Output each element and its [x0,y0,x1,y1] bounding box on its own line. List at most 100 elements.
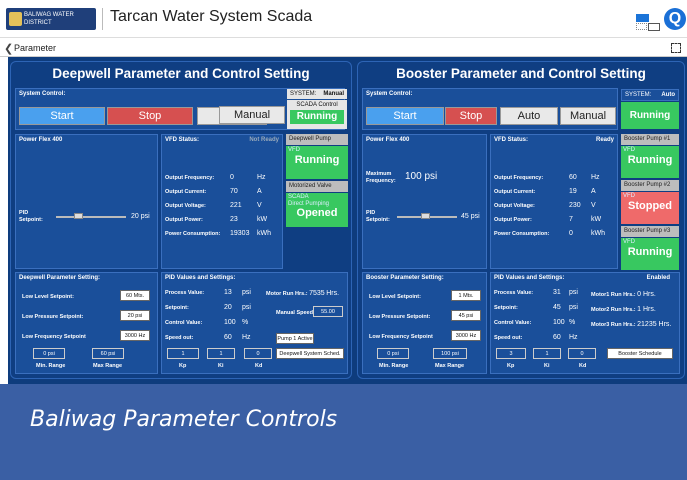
booster-reading-unit: V [591,202,596,209]
reading-label: Output Frequency: [165,175,215,181]
breadcrumb-label: Parameter [14,43,57,53]
booster-reading-value: 230 [569,202,581,209]
booster-pump-status: VFD Running [621,146,679,178]
booster-param-box: Booster Parameter Setting: Low Level Set… [362,272,487,374]
booster-low-level-input[interactable]: 1 Mts. [451,290,481,301]
booster-kd-input[interactable]: 0 [568,348,596,359]
booster-pid-title: PID Values and Settings: Enabled [491,273,679,283]
window-layout-icon[interactable] [636,14,660,31]
booster-param-title: Booster Parameter Setting: [363,273,486,283]
booster-pid-row-value: 60 [553,334,561,341]
motor-run-hours: Motor2 Run Hrs.: 1 Hrs. [591,306,656,313]
caption-banner: Baliwag Parameter Controls [0,384,687,480]
max-frequency-value: 100 psi [405,171,438,182]
param-title: Deepwell Parameter Setting: [16,273,157,283]
reading-label: Power Consumption: [165,231,221,237]
ki-input[interactable]: 1 [207,348,235,359]
divider [102,8,103,30]
booster-auto-button[interactable]: Auto [500,107,558,125]
motor-run-hrs: Motor Run Hrs.: 7535 Hrs. [266,290,340,297]
back-chevron-icon[interactable]: ❮ [4,42,13,55]
deepwell-start-button[interactable]: Start [19,107,105,125]
booster-pid-row-unit: psi [569,304,578,311]
booster-vfd-box: VFD Status: Ready Output Frequency: 60 Hz Ou… [490,134,618,269]
pid-row-value: 20 [224,304,232,311]
low-level-input[interactable]: 60 Mts. [120,290,150,301]
booster-manual-button[interactable]: Manual [560,107,616,125]
reading-value: 0 [230,174,234,181]
min-range-input[interactable]: 0 psi [33,348,65,359]
booster-kp-input[interactable]: 3 [496,348,526,359]
pid-row-label: Process Value: [165,290,205,296]
pid-row-value: 13 [224,289,232,296]
booster-low-freq-input[interactable]: 3000 Hz [451,330,481,341]
booster-pid-row-unit: % [569,319,576,326]
deepwell-title: Deepwell Parameter and Control Setting [52,66,310,81]
booster-ki-input[interactable]: 1 [533,348,561,359]
booster-pid-row-label: Process Value: [494,290,534,296]
reading-unit: A [257,188,262,195]
booster-pump-label: Booster Pump #3 [621,226,679,237]
booster-start-button[interactable]: Start [366,107,444,125]
booster-max-range-input[interactable]: 100 psi [433,348,467,359]
help-button[interactable]: Q [664,8,686,30]
max-frequency-label2: Frequency: [366,178,396,184]
booster-low-pressure-input[interactable]: 45 psi [451,310,481,321]
booster-title: Booster Parameter and Control Setting [396,66,646,81]
booster-kp-label: Kp [507,363,515,369]
booster-stop-button[interactable]: Stop [445,107,497,125]
booster-pid-row-label: Speed out: [494,335,523,341]
pump1-active-button[interactable]: Pump 1 Active [276,333,314,344]
deepwell-system-mode: SYSTEM: Manual [287,89,347,99]
pid-slider-thumb[interactable] [74,213,83,219]
valve-label: Motorized Valve [286,181,348,192]
pump-status-text: Running [627,154,673,166]
pid-row-unit: psi [242,289,251,296]
deepwell-powerflex-box: Power Flex 400 PID Setpoint: 20 psi [15,134,158,269]
booster-min-range-input[interactable]: 0 psi [377,348,409,359]
fullscreen-icon[interactable] [671,43,681,53]
booster-pid-box: PID Values and Settings: Enabled Process … [490,272,680,374]
max-frequency-label: Maximum [366,171,392,177]
seal-icon [9,12,22,26]
booster-reading-unit: A [591,188,596,195]
scada-running-badge: Running [290,110,344,124]
reading-value: 19303 [230,230,250,237]
booster-reading-unit: Hz [591,174,600,181]
booster-pump-status: VFD Running [621,238,679,270]
manual-speed-label: Manual Speed [276,310,313,316]
deepwell-panel: Deepwell Parameter and Control Setting S… [10,61,352,379]
pump-vfd-label: VFD [623,147,635,153]
booster-running-badge: Running [621,102,679,129]
min-range-label: Min. Range [36,363,66,369]
reading-value: 70 [230,188,238,195]
max-range-input[interactable]: 60 psi [92,348,124,359]
kp-label: Kp [179,363,187,369]
deepwell-manual-button[interactable]: Manual [219,106,285,124]
pid-label: PID [19,210,29,216]
booster-pid-slider-thumb[interactable] [421,213,430,219]
pump-vfd-label: VFD [623,239,635,245]
pid-row-unit: psi [242,304,251,311]
pid-setpoint-slider[interactable] [56,216,126,218]
booster-schedule-button[interactable]: Booster Schedule [607,348,673,359]
kp-input[interactable]: 1 [167,348,199,359]
reading-label: Output Current: [165,189,207,195]
low-freq-input[interactable]: 3000 Hz [120,330,150,341]
pid-row-label: Setpoint: [165,305,189,311]
reading-value: 221 [230,202,242,209]
booster-reading-unit: kWh [591,230,605,237]
booster-pid-row-label: Setpoint: [494,305,518,311]
valve-status: SCADA Direct Pumping Opened [286,193,348,227]
low-pressure-input[interactable]: 20 psi [120,310,150,321]
kd-input[interactable]: 0 [244,348,272,359]
manual-speed-input[interactable]: 55.00 [313,306,343,317]
deepwell-stop-button[interactable]: Stop [107,107,193,125]
booster-system-mode: SYSTEM: Auto [621,89,679,101]
pid-row-unit: % [242,319,249,326]
pid-title: PID Values and Settings: [162,273,347,283]
deepwell-pid-box: PID Values and Settings: Process Value: 1… [161,272,348,374]
booster-pid-setpoint-value: 45 psi [461,213,480,220]
reading-unit: kW [257,216,268,223]
deepwell-schedule-button[interactable]: Deepwell System Sched. [276,348,344,359]
